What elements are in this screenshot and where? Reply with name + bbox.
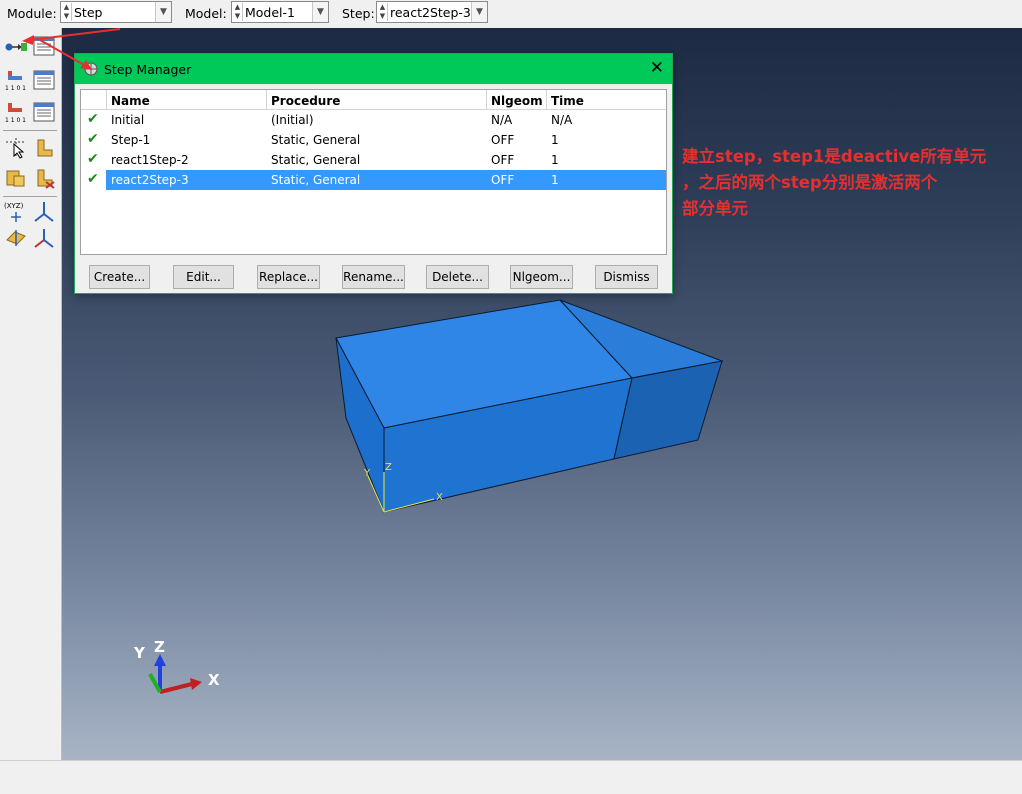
toolbox-divider bbox=[3, 196, 57, 197]
rename-button[interactable]: Rename... bbox=[342, 265, 405, 289]
selection-highlight bbox=[106, 170, 666, 190]
chevron-down-icon[interactable]: ▼ bbox=[155, 2, 171, 22]
annotation-line-3: 部分单元 bbox=[682, 199, 748, 218]
step-name: Step-1 bbox=[111, 133, 151, 147]
remesh-manager-icon[interactable] bbox=[32, 166, 56, 190]
view-y-label: Y bbox=[133, 644, 146, 662]
create-button[interactable]: Create... bbox=[89, 265, 150, 289]
check-icon: ✔ bbox=[87, 151, 99, 167]
datum-plane-icon[interactable] bbox=[4, 226, 28, 250]
model-value: Model-1 bbox=[245, 5, 295, 20]
datum-axis-icon[interactable] bbox=[32, 200, 56, 224]
datum-point-icon[interactable]: (XYZ) bbox=[4, 200, 28, 224]
replace-button[interactable]: Replace... bbox=[257, 265, 320, 289]
module-value: Step bbox=[74, 5, 103, 20]
close-icon[interactable]: ✕ bbox=[650, 58, 664, 78]
check-icon: ✔ bbox=[87, 131, 99, 147]
step-table: Name Procedure Nlgeom Time ✔ Initial (Init… bbox=[80, 89, 667, 255]
history-output-request-icon[interactable]: 1 1 0 1 0 bbox=[4, 100, 28, 124]
local-z-label: Z bbox=[385, 462, 392, 473]
datum-csys-icon[interactable] bbox=[32, 226, 56, 250]
step-time: 1 bbox=[551, 153, 559, 167]
step-nlgeom: OFF bbox=[491, 153, 515, 167]
check-icon: ✔ bbox=[87, 111, 99, 127]
adaptive-controls-icon[interactable] bbox=[32, 136, 56, 160]
step-procedure: Static, General bbox=[271, 173, 361, 187]
step-manager-icon[interactable] bbox=[32, 34, 56, 58]
svg-text:1 1 0 1 0: 1 1 0 1 0 bbox=[5, 117, 28, 124]
module-label: Module: bbox=[7, 6, 57, 21]
chevron-down-icon[interactable]: ▼ bbox=[312, 2, 328, 22]
dialog-title-bar[interactable]: Step Manager ✕ bbox=[75, 54, 672, 84]
step-time: N/A bbox=[551, 113, 573, 127]
edit-button[interactable]: Edit... bbox=[173, 265, 234, 289]
toolbox-divider bbox=[3, 130, 57, 131]
step-name: react2Step-3 bbox=[111, 173, 189, 187]
dialog-title: Step Manager bbox=[104, 62, 192, 77]
svg-text:1 1 0 1 0: 1 1 0 1 0 bbox=[5, 85, 28, 92]
spin-icon[interactable]: ▲ ▼ bbox=[378, 3, 388, 21]
chevron-down-icon[interactable]: ▼ bbox=[471, 2, 487, 22]
create-step-icon[interactable] bbox=[4, 34, 28, 58]
step-row[interactable]: ✔ react1Step-2 Static, General OFF 1 bbox=[81, 150, 666, 170]
toolbox: 1 1 0 1 0 1 1 0 1 0 ( bbox=[0, 28, 62, 760]
app-icon bbox=[84, 62, 98, 76]
dismiss-button[interactable]: Dismiss bbox=[595, 265, 658, 289]
annotation-text: 建立step，step1是deactive所有单元 ，之后的两个step分别是激… bbox=[682, 144, 1022, 222]
nlgeom-button[interactable]: Nlgeom... bbox=[510, 265, 573, 289]
step-time: 1 bbox=[551, 133, 559, 147]
step-nlgeom: OFF bbox=[491, 133, 515, 147]
local-y-label: Y bbox=[363, 468, 371, 479]
view-x-axis bbox=[159, 682, 193, 694]
remesh-rule-icon[interactable] bbox=[4, 166, 28, 190]
step-manager-dialog: Step Manager ✕ Name Procedure Nlgeom Tim… bbox=[74, 53, 673, 294]
step-value: react2Step-3 bbox=[390, 5, 471, 20]
step-combo[interactable]: ▲ ▼ react2Step-3 ▼ bbox=[376, 1, 488, 23]
step-name: Initial bbox=[111, 113, 145, 127]
step-nlgeom: N/A bbox=[491, 113, 513, 127]
column-header-name[interactable]: Name bbox=[107, 90, 267, 110]
column-header-nlgeom[interactable]: Nlgeom bbox=[487, 90, 547, 110]
adaptive-mesh-icon[interactable] bbox=[4, 136, 28, 160]
model-label: Model: bbox=[185, 6, 227, 21]
step-row[interactable]: ✔ Step-1 Static, General OFF 1 bbox=[81, 130, 666, 150]
annotation-line-1: 建立step，step1是deactive所有单元 bbox=[682, 147, 987, 166]
spin-icon[interactable]: ▲ ▼ bbox=[62, 3, 72, 21]
field-output-manager-icon[interactable] bbox=[32, 68, 56, 92]
spin-icon[interactable]: ▲ ▼ bbox=[233, 3, 243, 21]
column-header-procedure[interactable]: Procedure bbox=[267, 90, 487, 110]
view-z-label: Z bbox=[154, 638, 165, 656]
local-x-label: X bbox=[436, 492, 443, 503]
step-name: react1Step-2 bbox=[111, 153, 189, 167]
step-procedure: Static, General bbox=[271, 153, 361, 167]
annotation-line-2: ，之后的两个step分别是激活两个 bbox=[682, 173, 938, 192]
step-row[interactable]: ✔ Initial (Initial) N/A N/A bbox=[81, 110, 666, 130]
view-x-arrowhead bbox=[190, 678, 202, 690]
step-nlgeom: OFF bbox=[491, 173, 515, 187]
view-x-label: X bbox=[208, 671, 220, 689]
step-procedure: (Initial) bbox=[271, 113, 314, 127]
delete-button[interactable]: Delete... bbox=[426, 265, 489, 289]
module-combo[interactable]: ▲ ▼ Step ▼ bbox=[60, 1, 172, 23]
step-label: Step: bbox=[342, 6, 375, 21]
status-bar bbox=[0, 760, 1022, 794]
history-output-manager-icon[interactable] bbox=[32, 100, 56, 124]
datum-point-label: (XYZ) bbox=[4, 202, 24, 210]
step-procedure: Static, General bbox=[271, 133, 361, 147]
model-combo[interactable]: ▲ ▼ Model-1 ▼ bbox=[231, 1, 329, 23]
column-header-time[interactable]: Time bbox=[547, 90, 666, 110]
field-output-request-icon[interactable]: 1 1 0 1 0 bbox=[4, 68, 28, 92]
step-time: 1 bbox=[551, 173, 559, 187]
check-icon: ✔ bbox=[87, 171, 99, 187]
column-header-check bbox=[81, 90, 107, 110]
context-bar: Module: ▲ ▼ Step ▼ Model: ▲ ▼ Model-1 ▼ St… bbox=[0, 0, 1022, 28]
step-row[interactable]: ✔ react2Step-3 Static, General OFF 1 bbox=[81, 170, 666, 190]
